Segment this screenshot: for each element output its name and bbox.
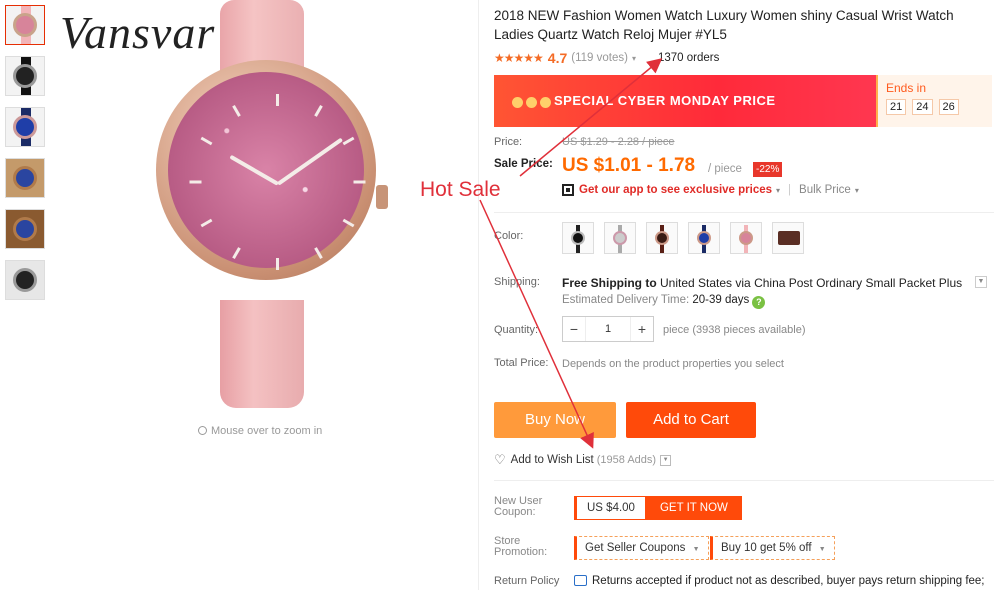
annotation-arrows — [479, 58, 663, 449]
arrow-to-orders — [519, 58, 663, 177]
arrow-to-wish-list — [479, 199, 594, 449]
hot-sale-annotation: Hot Sale — [420, 178, 501, 201]
